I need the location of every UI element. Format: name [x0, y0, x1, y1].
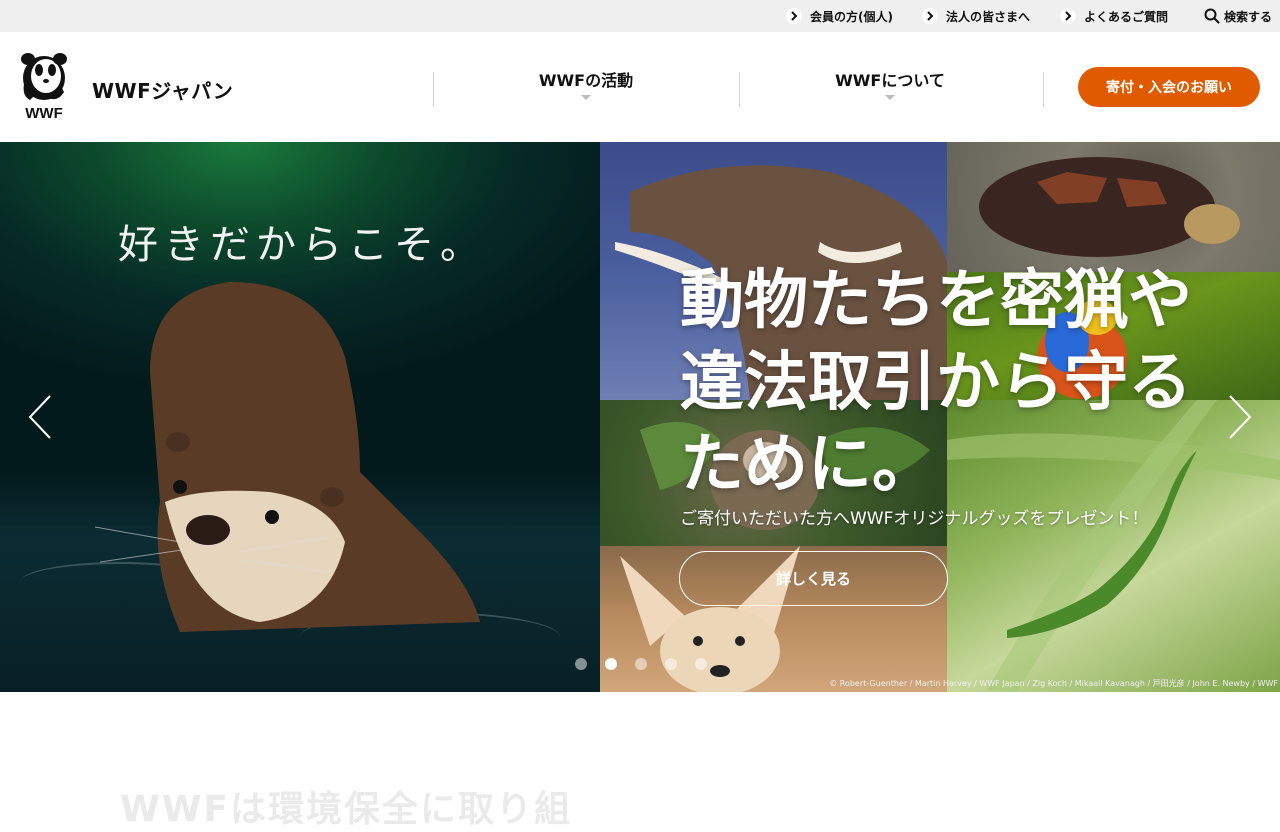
brand-name[interactable]: WWFジャパン: [92, 75, 233, 104]
search-button[interactable]: 検索する: [1204, 0, 1272, 32]
hero-subtext: ご寄付いただいた方へWWFオリジナルグッズをプレゼント！: [680, 509, 1149, 529]
corporate-link[interactable]: 法人の皆さまへ: [922, 0, 1030, 32]
nav-activities-label: WWFの活動: [538, 71, 634, 90]
nav-about[interactable]: WWFについて: [740, 70, 1040, 110]
hero-headline: 動物たちを密猟や違法取引から守るために。: [680, 264, 1192, 502]
carousel-dots: [575, 658, 725, 670]
member-link-label: 会員の方(個人): [810, 9, 893, 24]
otter-photo: 好きだからこそ。: [0, 142, 600, 692]
section-heading-teaser: WWFは環境保全に取り組: [120, 789, 573, 830]
carousel-dot-3[interactable]: [635, 658, 647, 670]
carousel-dot-2[interactable]: [605, 658, 617, 670]
faq-link[interactable]: よくあるご質問: [1060, 0, 1168, 32]
chevron-right-icon: [1229, 395, 1252, 439]
site-header: WWF WWFジャパン WWFの活動 WWFについて 寄付・入会のお願い: [0, 32, 1280, 142]
nav-about-label: WWFについて: [835, 71, 945, 90]
nav-divider: [433, 72, 434, 107]
caret-down-icon: [885, 95, 895, 100]
turtle-photo: [947, 142, 1280, 272]
donate-button[interactable]: 寄付・入会のお願い: [1078, 67, 1260, 107]
chevron-left-icon: [28, 395, 51, 439]
hero-carousel: 好きだからこそ。 動物たちを密猟や違法取引から守るために。 ご寄付いただいた方へ…: [0, 142, 1280, 692]
nav-divider: [1043, 72, 1044, 107]
hero-tagline: 好きだからこそ。: [118, 222, 486, 268]
utility-bar: 会員の方(個人) 法人の皆さまへ よくあるご質問 検索する: [0, 0, 1280, 32]
faq-link-label: よくあるご質問: [1084, 9, 1169, 24]
chevron-right-icon: [786, 8, 802, 24]
svg-text:WWF: WWF: [25, 105, 62, 120]
photo-credit: © Robert-Guenther / Martin Harvey / WWF …: [829, 679, 1278, 688]
carousel-dot-1[interactable]: [575, 658, 587, 670]
carousel-dot-5[interactable]: [695, 658, 707, 670]
nav-activities[interactable]: WWFの活動: [436, 70, 736, 110]
chevron-right-icon: [922, 8, 938, 24]
search-label: 検索する: [1224, 9, 1273, 24]
wwf-wordmark: WWF: [25, 105, 62, 120]
member-link[interactable]: 会員の方(個人): [786, 0, 893, 32]
carousel-next-button[interactable]: [1224, 394, 1254, 440]
learn-more-button[interactable]: 詳しく見る: [679, 551, 948, 606]
corporate-link-label: 法人の皆さまへ: [946, 9, 1031, 24]
search-icon: [1204, 8, 1220, 24]
carousel-prev-button[interactable]: [26, 394, 56, 440]
wwf-panda-logo[interactable]: WWF: [18, 50, 70, 122]
caret-down-icon: [581, 95, 591, 100]
turtle-figure: [979, 157, 1240, 257]
carousel-dot-4[interactable]: [665, 658, 677, 670]
chevron-right-icon: [1060, 8, 1076, 24]
